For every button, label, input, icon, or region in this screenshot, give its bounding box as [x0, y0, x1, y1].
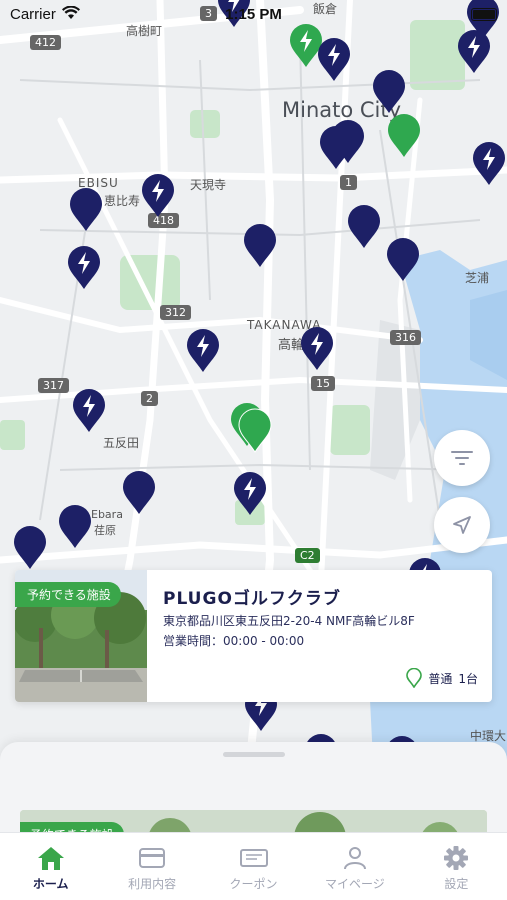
map-label: Ebara	[91, 508, 123, 521]
road-shield: 2	[141, 391, 158, 406]
charger-pin-navy[interactable]	[232, 470, 268, 516]
app-screen: 高樹町 Minato City EBISU 恵比寿 天現寺 TAKANAWA 高…	[0, 0, 507, 900]
map-pin-icon	[406, 668, 423, 688]
gear-icon	[444, 846, 469, 870]
charger-pin-navy[interactable]	[242, 222, 278, 268]
location-arrow-icon	[453, 516, 471, 534]
charger-pin-navy[interactable]	[12, 524, 48, 570]
road-shield: 412	[30, 35, 61, 50]
status-bar: Carrier 1:15 PM	[0, 0, 507, 30]
bottom-sheet[interactable]: 予約できる施設	[0, 742, 507, 842]
clock: 1:15 PM	[225, 6, 282, 23]
road-shield: C2	[295, 548, 320, 563]
tab-settings[interactable]: 設定	[406, 833, 507, 900]
facility-address: 東京都品川区東五反田2-20-4 NMF高輪ビル8F	[163, 614, 415, 628]
charger-pin-navy[interactable]	[385, 236, 421, 282]
road-shield: 15	[311, 376, 335, 391]
charger-pin-navy[interactable]	[185, 327, 221, 373]
facility-hours: 営業時間：00:00 - 00:00	[163, 634, 305, 648]
tab-coupon[interactable]: クーポン	[203, 833, 304, 900]
charger-pin-navy[interactable]	[57, 503, 93, 549]
tab-mypage[interactable]: マイページ	[304, 833, 405, 900]
tab-usage[interactable]: 利用内容	[101, 833, 202, 900]
map-label: 五反田	[103, 436, 140, 450]
map-label: 恵比寿	[104, 194, 141, 208]
charger-pin-navy[interactable]	[140, 172, 176, 218]
map-label: 芝浦	[465, 271, 490, 285]
tab-label: 設定	[444, 877, 469, 891]
charger-pin-green[interactable]	[237, 407, 273, 453]
home-icon	[37, 847, 64, 870]
charger-pin-navy[interactable]	[121, 469, 157, 515]
sheet-drag-handle[interactable]	[223, 752, 285, 757]
charger-pin-navy[interactable]	[346, 203, 382, 249]
map-label: 天現寺	[190, 178, 227, 192]
card-icon	[139, 848, 166, 868]
filter-icon	[451, 451, 473, 465]
charger-pin-navy[interactable]	[371, 68, 407, 114]
charger-pin-navy[interactable]	[456, 28, 492, 74]
charger-pin-green[interactable]	[386, 112, 422, 158]
charger-info: 普通 1台	[406, 668, 478, 688]
reservable-badge: 予約できる施設	[15, 582, 121, 607]
coupon-icon	[239, 849, 268, 867]
charger-count: 1台	[458, 671, 478, 686]
road-shield: 317	[38, 378, 69, 393]
charger-pin-navy[interactable]	[299, 325, 335, 371]
tab-bar: ホーム 利用内容 クーポン マイページ 設定	[0, 832, 507, 900]
charger-pin-navy[interactable]	[471, 140, 507, 186]
person-icon	[343, 847, 366, 870]
charger-type: 普通	[428, 671, 453, 686]
charger-pin-navy[interactable]	[316, 36, 352, 82]
current-location-button[interactable]	[434, 497, 490, 553]
tab-label: クーポン	[229, 877, 278, 891]
facility-name: PLUGOゴルフクラブ	[163, 589, 341, 609]
tab-label: 利用内容	[128, 877, 177, 891]
battery-icon	[471, 8, 497, 21]
charger-pin-navy[interactable]	[318, 124, 354, 170]
tab-home[interactable]: ホーム	[0, 833, 101, 900]
filter-button[interactable]	[434, 430, 490, 486]
tab-label: ホーム	[32, 877, 69, 891]
map-label: 荏原	[94, 524, 116, 537]
charger-pin-navy[interactable]	[66, 244, 102, 290]
road-shield: 316	[390, 330, 421, 345]
road-shield: 312	[160, 305, 191, 320]
road-shield: 1	[340, 175, 357, 190]
facility-card[interactable]: 予約できる施設 PLUGOゴルフクラブ 東京都品川区東五反田2-20-4 NMF…	[15, 570, 492, 702]
tab-label: マイページ	[325, 877, 385, 891]
charger-pin-navy[interactable]	[71, 387, 107, 433]
charger-pin-navy[interactable]	[68, 186, 104, 232]
